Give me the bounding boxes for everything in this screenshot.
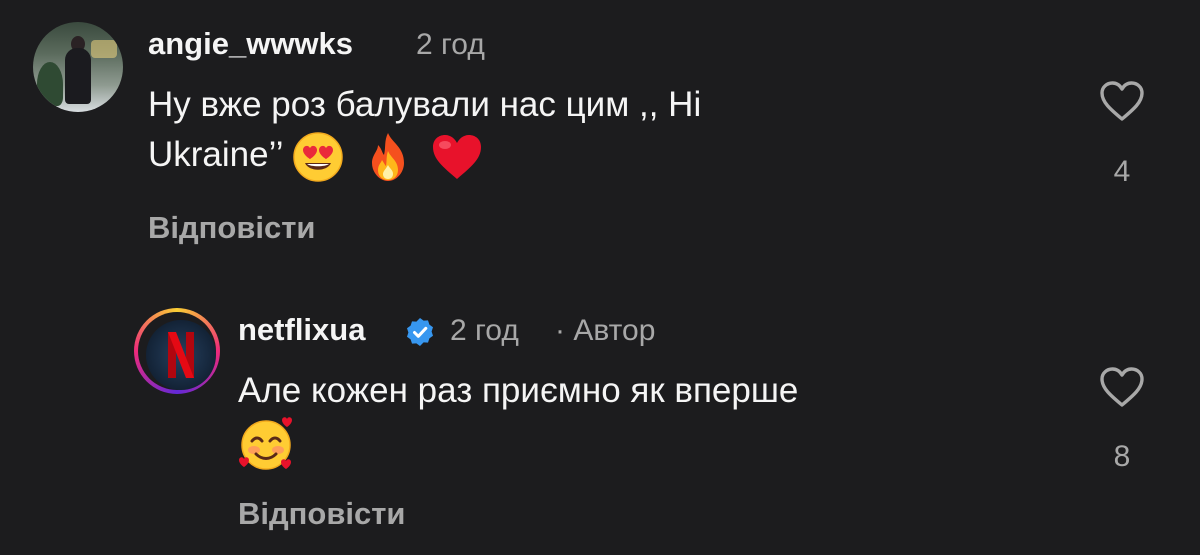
story-ring[interactable] <box>134 308 220 394</box>
like-count: 8 <box>1113 440 1131 473</box>
comment-text-line: Але кожен раз приємно як вперше <box>238 371 799 410</box>
comment-item: angie_wwwks 2 год Ну вже роз балували на… <box>0 0 1200 290</box>
comment-time: 2 год <box>416 28 485 61</box>
comment-text-line: Ну вже роз балували нас цим ,, Hi <box>148 85 702 124</box>
like-count: 4 <box>1113 155 1131 188</box>
comment-username[interactable]: netflixua <box>238 312 365 348</box>
netflix-logo-icon <box>168 332 194 378</box>
avatar[interactable] <box>33 22 123 112</box>
reply-button[interactable]: Відповісти <box>148 210 316 246</box>
reply-button[interactable]: Відповісти <box>238 496 406 532</box>
heart-eyes-emoji <box>293 132 343 182</box>
heart-outline-icon[interactable] <box>1099 366 1145 408</box>
author-badge: · Автор <box>555 314 656 347</box>
comment-text: Але кожен раз приємно як вперше <box>238 366 1078 472</box>
fire-emoji <box>371 132 404 181</box>
smiling-face-with-hearts-emoji <box>239 417 292 470</box>
red-heart-emoji <box>433 134 482 179</box>
verified-badge-icon <box>407 318 433 346</box>
heart-outline-icon[interactable] <box>1099 80 1145 122</box>
comment-text: Ну вже роз балували нас цим ,, Hi Ukrain… <box>148 80 1048 183</box>
avatar[interactable] <box>146 320 216 390</box>
comment-text-line-2 <box>238 416 1078 472</box>
comment-text-line-2: Ukraine’’ <box>148 130 1048 183</box>
comment-text-fragment: Ukraine’’ <box>148 135 283 174</box>
comment-item: netflixua 2 год · Автор Але кожен раз пр… <box>0 290 1200 555</box>
comment-time: 2 год <box>450 314 519 347</box>
comment-username[interactable]: angie_wwwks <box>148 26 353 62</box>
